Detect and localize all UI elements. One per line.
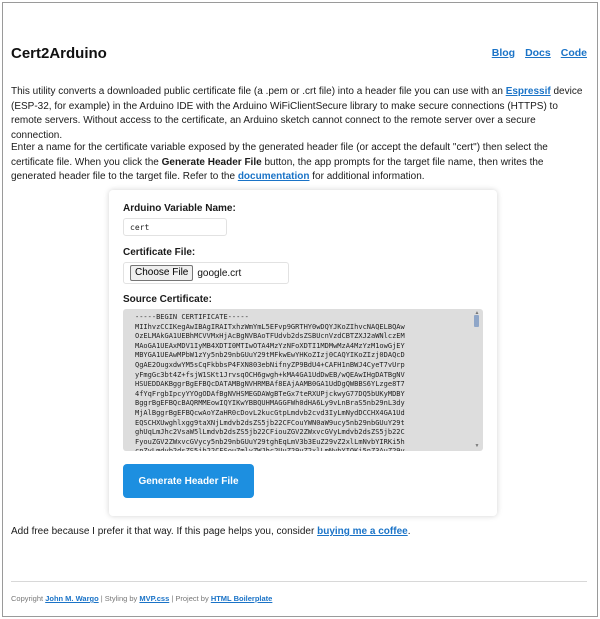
nav-link-docs[interactable]: Docs bbox=[525, 47, 551, 59]
certificate-file-input[interactable]: Choose File google.crt bbox=[123, 262, 289, 284]
instructions-paragraph: Enter a name for the certificate variabl… bbox=[11, 141, 583, 185]
ad-free-text: Add free because I prefer it that way. I… bbox=[11, 526, 318, 537]
certificate-scrollbar[interactable]: ▲ ▼ bbox=[473, 310, 481, 449]
top-nav: Blog Docs Code bbox=[492, 47, 587, 59]
ad-free-period: . bbox=[407, 526, 411, 537]
page-frame: Cert2Arduino Blog Docs Code This utility… bbox=[2, 2, 598, 617]
mvp-css-link[interactable]: MVP.css bbox=[139, 594, 169, 603]
author-link[interactable]: John M. Wargo bbox=[45, 594, 98, 603]
instructions-text-end: for additional information. bbox=[309, 171, 425, 182]
footer-styling-text: | Styling by bbox=[98, 594, 140, 603]
intro-text: This utility converts a downloaded publi… bbox=[11, 86, 506, 97]
nav-link-blog[interactable]: Blog bbox=[492, 47, 515, 59]
espressif-link[interactable]: Espressif bbox=[506, 86, 551, 97]
documentation-link[interactable]: documentation bbox=[238, 171, 310, 182]
source-certificate-textarea[interactable]: -----BEGIN CERTIFICATE----- MIIhvzCCIKeg… bbox=[123, 309, 483, 451]
intro-paragraph: This utility converts a downloaded publi… bbox=[11, 85, 583, 143]
ad-free-note: Add free because I prefer it that way. I… bbox=[11, 526, 410, 537]
nav-link-code[interactable]: Code bbox=[561, 47, 587, 59]
variable-name-input[interactable] bbox=[123, 218, 227, 236]
html-boilerplate-link[interactable]: HTML Boilerplate bbox=[211, 594, 273, 603]
certificate-file-label: Certificate File: bbox=[123, 247, 196, 258]
footer-divider bbox=[11, 581, 587, 582]
site-footer: Copyright John M. Wargo | Styling by MVP… bbox=[11, 594, 272, 603]
buy-coffee-link[interactable]: buying me a coffee bbox=[317, 526, 408, 537]
site-title: Cert2Arduino bbox=[11, 45, 107, 62]
variable-name-label: Arduino Variable Name: bbox=[123, 203, 236, 214]
footer-copyright-text: Copyright bbox=[11, 594, 46, 603]
site-header: Cert2Arduino Blog Docs Code bbox=[11, 43, 587, 67]
source-certificate-label: Source Certificate: bbox=[123, 294, 212, 305]
scrollbar-thumb[interactable] bbox=[474, 315, 479, 327]
instructions-button-name: Generate Header File bbox=[161, 156, 262, 168]
converter-form-card: Arduino Variable Name: Certificate File:… bbox=[109, 190, 497, 516]
scroll-down-arrow-icon[interactable]: ▼ bbox=[473, 443, 481, 449]
certificate-text: -----BEGIN CERTIFICATE----- MIIhvzCCIKeg… bbox=[135, 313, 405, 451]
choose-file-button[interactable]: Choose File bbox=[130, 265, 194, 281]
generate-header-file-button[interactable]: Generate Header File bbox=[123, 464, 254, 498]
selected-file-name: google.crt bbox=[197, 267, 242, 279]
footer-project-text: | Project by bbox=[169, 594, 211, 603]
